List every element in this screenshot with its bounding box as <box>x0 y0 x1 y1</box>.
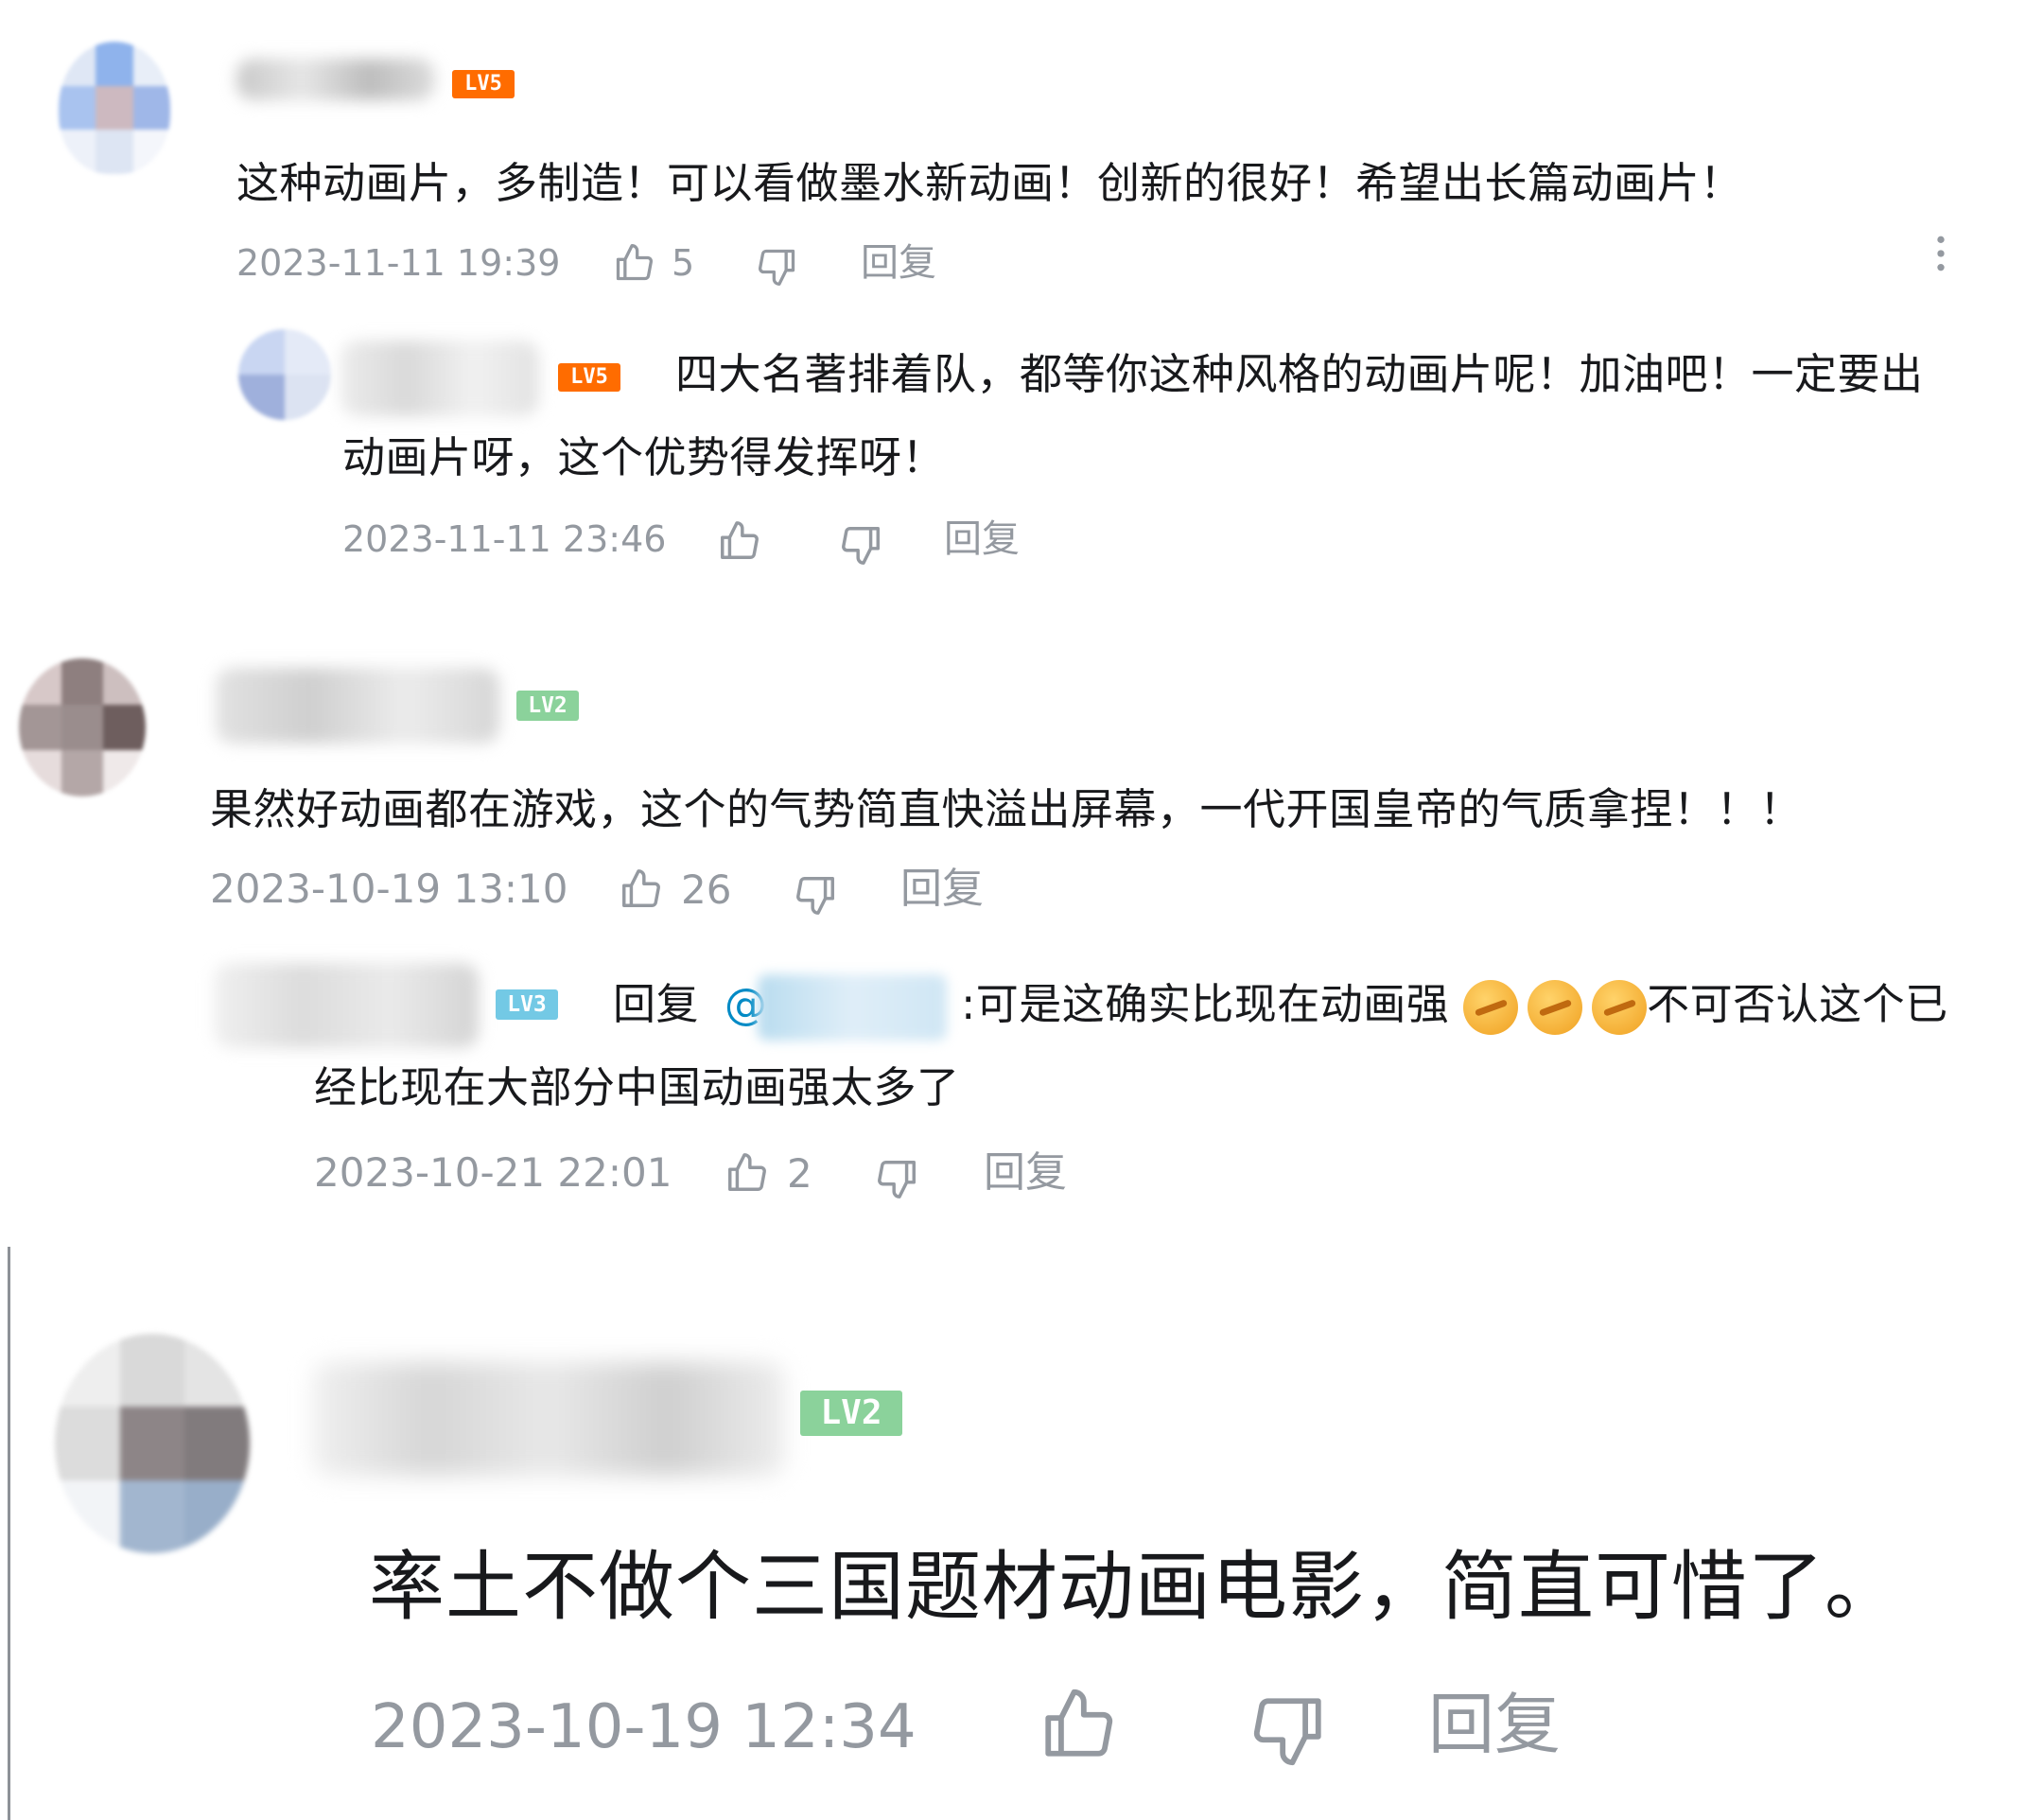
comment-text: 率土不做个三国题材动画电影，简直可惜了。 <box>369 1543 1901 1631</box>
reply-text-part-b: 不可否认这个已 <box>1647 979 1948 1029</box>
reply-button[interactable]: 回复 <box>900 865 984 914</box>
username[interactable] <box>214 963 479 1048</box>
level-badge: LV5 <box>452 70 515 98</box>
like-count: 5 <box>672 242 695 284</box>
like-button[interactable]: 2 <box>725 1148 812 1198</box>
like-button[interactable]: 5 <box>613 240 694 286</box>
reply-time: 2023-10-21 22:01 <box>314 1149 672 1196</box>
dislike-button[interactable] <box>1250 1689 1328 1771</box>
avatar[interactable] <box>59 42 170 174</box>
reply-button[interactable]: 回复 <box>944 516 1020 562</box>
dislike-button[interactable] <box>794 870 838 919</box>
emoji-icon <box>1463 980 1519 1035</box>
reply-prefix: 回复 <box>613 979 700 1029</box>
like-count: 26 <box>681 866 732 913</box>
reply-button[interactable]: 回复 <box>861 240 936 286</box>
comment-text: 果然好动画都在游戏，这个的气势简直快溢出屏幕，一代开国皇帝的气质拿捏！！！ <box>210 784 1803 834</box>
dislike-button[interactable] <box>840 522 883 568</box>
comment-time: 2023-10-19 12:34 <box>371 1692 917 1762</box>
reply-text-line2: 动画片呀，这个优势得发挥呀！ <box>342 432 946 482</box>
comment-time: 2023-10-19 13:10 <box>210 866 568 912</box>
reply-button[interactable]: 回复 <box>1428 1684 1561 1765</box>
thumbs-up-icon <box>1039 1686 1116 1763</box>
thumbs-down-icon <box>1250 1691 1328 1769</box>
mention-link[interactable]: @ <box>725 974 961 1041</box>
username[interactable] <box>236 59 435 100</box>
avatar[interactable] <box>238 329 331 420</box>
thumbs-up-icon <box>613 242 655 284</box>
reply-text-part-a: :可是这确实比现在动画强 <box>961 979 1450 1029</box>
reply-text: 回复 @ :可是这确实比现在动画强 不可否认这个已 <box>613 974 1948 1041</box>
like-count: 2 <box>787 1149 812 1197</box>
thumbs-up-icon <box>619 867 662 911</box>
mention-username <box>758 974 948 1041</box>
like-button[interactable]: 26 <box>619 865 731 914</box>
level-badge: LV2 <box>800 1391 902 1436</box>
reply-text-line2: 经比现在大部分中国动画强太多了 <box>314 1062 960 1112</box>
emoji-icon <box>1592 980 1648 1035</box>
comment-text: 这种动画片，多制造！可以看做墨水新动画！创新的很好！希望出长篇动画片！ <box>236 158 1743 208</box>
username[interactable] <box>312 1362 785 1476</box>
level-badge: LV3 <box>496 989 558 1020</box>
reply-time: 2023-11-11 23:46 <box>342 518 667 560</box>
avatar[interactable] <box>55 1334 250 1553</box>
thumbs-up-icon <box>717 519 760 563</box>
avatar[interactable] <box>19 658 146 796</box>
thumbs-down-icon <box>840 523 883 567</box>
thumbs-up-icon <box>725 1151 768 1195</box>
comment-time: 2023-11-11 19:39 <box>236 242 561 284</box>
username[interactable] <box>216 668 499 744</box>
level-badge: LV5 <box>558 363 620 392</box>
dislike-button[interactable] <box>757 244 798 289</box>
username[interactable] <box>340 341 539 416</box>
quote-divider <box>8 1247 10 1820</box>
more-vertical-icon[interactable] <box>1934 233 1947 278</box>
thumbs-down-icon <box>876 1157 919 1200</box>
reply-text: 四大名著排着队，都等你这种风格的动画片呢！加油吧！一定要出 <box>675 349 1924 399</box>
emoji-icon <box>1528 980 1583 1035</box>
dislike-button[interactable] <box>876 1154 919 1203</box>
thumbs-down-icon <box>757 246 798 288</box>
reply-button[interactable]: 回复 <box>984 1148 1067 1198</box>
like-button[interactable] <box>1039 1684 1116 1765</box>
like-button[interactable] <box>717 518 760 564</box>
level-badge: LV2 <box>516 691 579 721</box>
thumbs-down-icon <box>794 873 838 917</box>
